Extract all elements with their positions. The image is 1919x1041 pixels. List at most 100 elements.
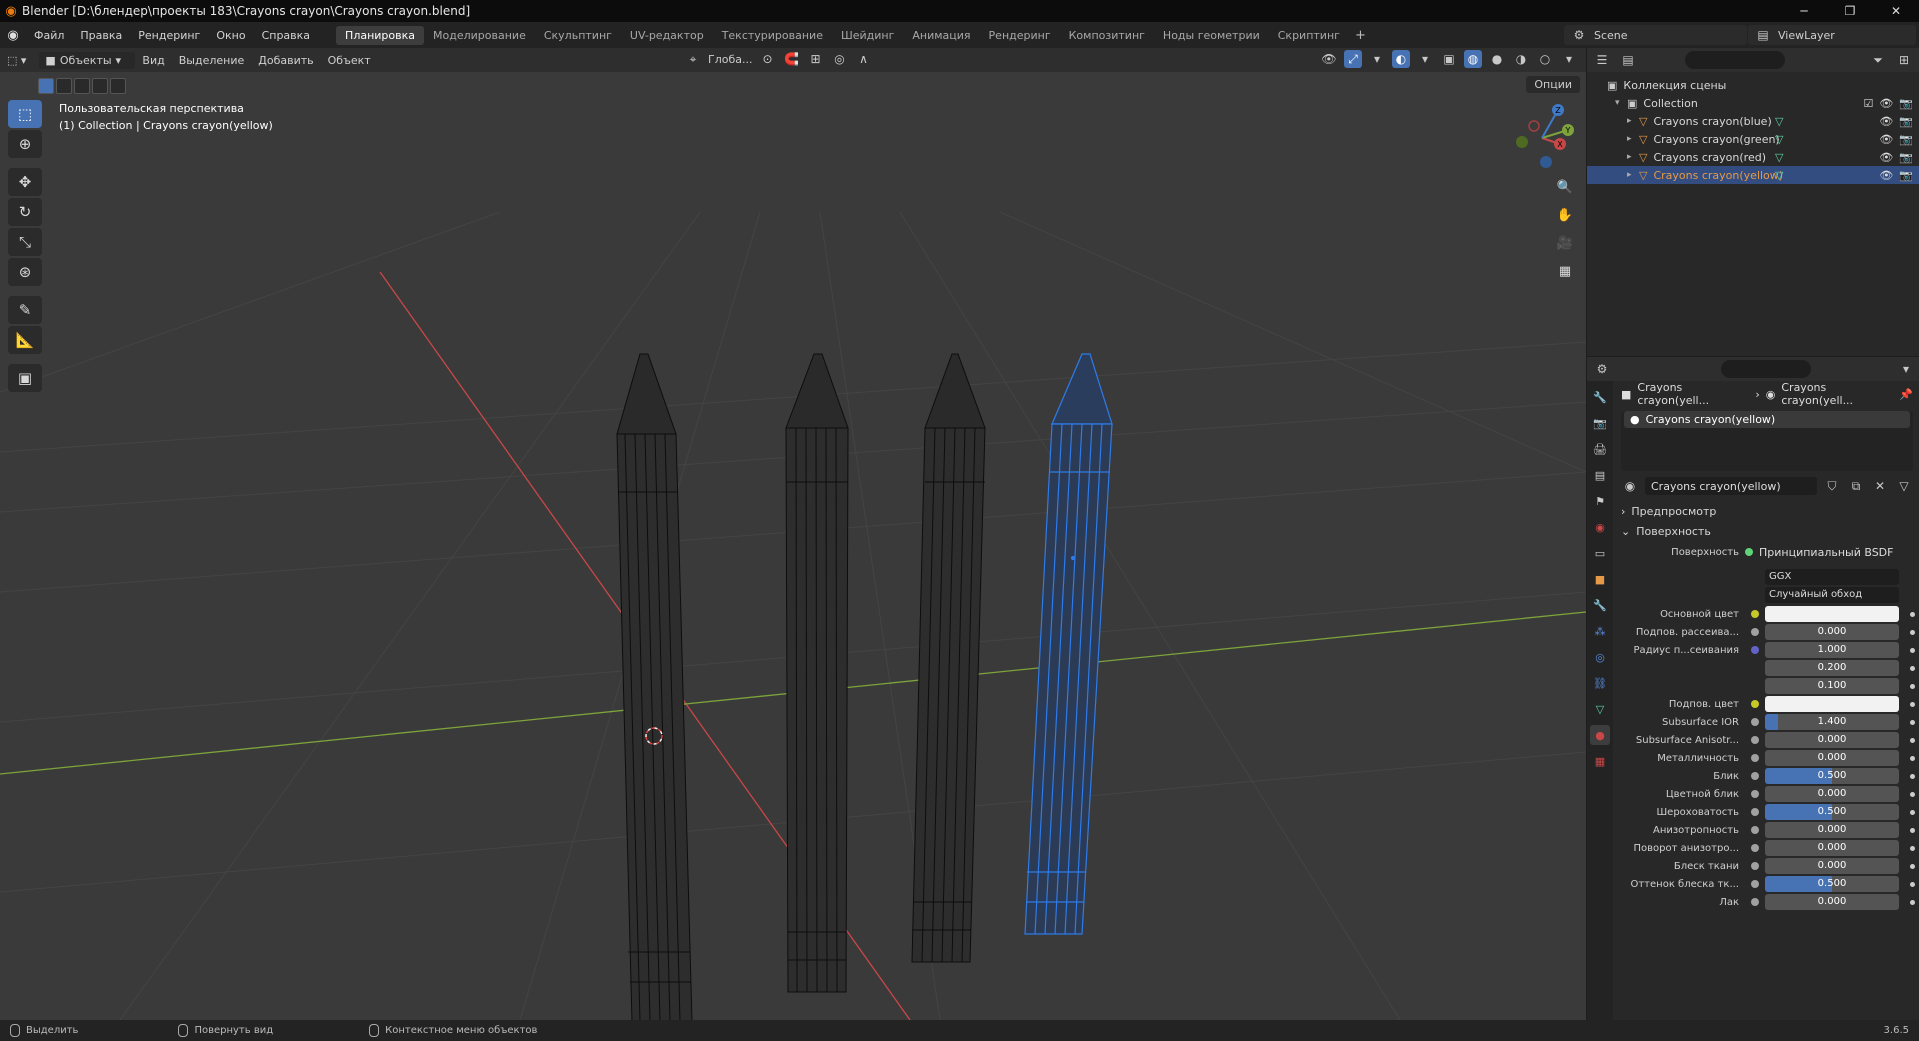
outliner-item[interactable]: ▸ ▽ Crayons crayon(green) ▽ 👁 📷 <box>1587 130 1919 148</box>
keyframe-dot-icon[interactable] <box>1910 737 1915 743</box>
physics-tab-icon[interactable]: ◎ <box>1590 647 1610 667</box>
menu-view[interactable]: Вид <box>135 54 171 67</box>
mesh-data-icon[interactable]: ▽ <box>1775 151 1783 164</box>
overlay-dropdown-icon[interactable]: ▾ <box>1416 50 1434 68</box>
menu-select[interactable]: Выделение <box>172 54 252 67</box>
workspace-tab-layout[interactable]: Планировка <box>336 25 425 45</box>
gizmo-toggle-icon[interactable]: ⤢ <box>1344 50 1362 68</box>
camera-icon[interactable]: 📷 <box>1899 169 1913 182</box>
blender-menu-icon[interactable]: ◉ <box>0 28 26 43</box>
keyframe-dot-icon[interactable] <box>1910 827 1915 833</box>
proportional-edit-icon[interactable]: ◎ <box>830 50 848 68</box>
snap-icon[interactable]: 🧲 <box>782 50 800 68</box>
expand-arrow-icon[interactable]: ▸ <box>1627 170 1639 180</box>
socket-icon[interactable] <box>1751 826 1759 834</box>
keyframe-dot-icon[interactable] <box>1910 773 1915 779</box>
keyframe-dot-icon[interactable] <box>1910 899 1915 905</box>
snap-target-icon[interactable]: ⊞ <box>806 50 824 68</box>
select-box-icon[interactable]: ⬚ <box>8 100 42 128</box>
minimize-button[interactable]: ─ <box>1781 0 1827 22</box>
socket-icon[interactable] <box>1751 646 1759 654</box>
mode-selector[interactable]: ■ Объекты ▾ <box>39 51 136 69</box>
numeric-field[interactable]: 0.000 <box>1765 822 1899 838</box>
material-tab-icon[interactable]: ● <box>1590 725 1610 745</box>
expand-arrow-icon[interactable]: ▸ <box>1627 116 1639 126</box>
socket-icon[interactable] <box>1751 898 1759 906</box>
outliner-item[interactable]: ▸ ▽ Crayons crayon(blue) ▽ 👁 📷 <box>1587 112 1919 130</box>
keyframe-dot-icon[interactable] <box>1910 647 1915 653</box>
menu-window[interactable]: Окно <box>208 29 253 42</box>
pin-icon[interactable]: 📌 <box>1899 388 1913 401</box>
menu-render[interactable]: Рендеринг <box>130 29 208 42</box>
keyframe-dot-icon[interactable] <box>1910 701 1915 707</box>
rendered-shading-icon[interactable]: ○ <box>1536 50 1554 68</box>
outliner-scene-collection[interactable]: ▣ Коллекция сцены <box>1587 76 1919 94</box>
material-name-field[interactable]: Crayons crayon(yellow) <box>1645 477 1817 495</box>
socket-icon[interactable] <box>1751 700 1759 708</box>
keyframe-dot-icon[interactable] <box>1910 881 1915 887</box>
scene-selector[interactable]: ⚙ Scene <box>1564 25 1747 45</box>
mesh-data-icon[interactable]: ▽ <box>1775 133 1783 146</box>
pivot-icon[interactable]: ⊙ <box>758 50 776 68</box>
link-dropdown-icon[interactable]: ▽ <box>1895 477 1913 495</box>
particles-tab-icon[interactable]: ⁂ <box>1590 621 1610 641</box>
move-icon[interactable]: ✥ <box>8 168 42 196</box>
modifier-tab-icon[interactable]: 🔧 <box>1590 595 1610 615</box>
camera-view-icon[interactable]: 🎥 <box>1553 232 1577 254</box>
crayon-red-wireframe[interactable] <box>911 353 986 963</box>
numeric-field[interactable]: 0.000 <box>1765 786 1899 802</box>
ortho-grid-icon[interactable]: ▦ <box>1553 260 1577 282</box>
select-intersect-icon[interactable] <box>110 78 126 94</box>
solid-shading-icon[interactable]: ● <box>1488 50 1506 68</box>
duplicate-material-icon[interactable]: ⧉ <box>1847 477 1865 495</box>
select-subtract-icon[interactable] <box>74 78 90 94</box>
scene-tab-icon[interactable]: ⚑ <box>1590 491 1610 511</box>
wireframe-shading-icon[interactable]: ◍ <box>1464 50 1482 68</box>
socket-icon[interactable] <box>1751 610 1759 618</box>
3d-viewport[interactable]: ⬚ ▾ ■ Объекты ▾ Вид Выделение Добавить О… <box>0 48 1586 1020</box>
socket-icon[interactable] <box>1751 772 1759 780</box>
socket-icon[interactable] <box>1751 844 1759 852</box>
zoom-icon[interactable]: 🔍 <box>1553 176 1577 198</box>
xray-icon[interactable]: ▣ <box>1440 50 1458 68</box>
camera-icon[interactable]: 📷 <box>1899 115 1913 128</box>
outliner-editor-icon[interactable]: ☰ <box>1593 51 1611 69</box>
eye-icon[interactable]: 👁 <box>1879 97 1893 110</box>
camera-icon[interactable]: 📷 <box>1899 151 1913 164</box>
keyframe-dot-icon[interactable] <box>1910 665 1915 671</box>
numeric-field[interactable]: 0.000 <box>1765 858 1899 874</box>
checkbox-icon[interactable]: ☑ <box>1863 97 1873 110</box>
menu-edit[interactable]: Правка <box>72 29 130 42</box>
view-layer-tab-icon[interactable]: ▤ <box>1590 465 1610 485</box>
workspace-tab-scripting[interactable]: Скриптинг <box>1269 26 1349 45</box>
outliner-item-selected[interactable]: ▸ ▽ Crayons crayon(yellow) ▽ 👁 📷 <box>1587 166 1919 184</box>
outliner-search-input[interactable] <box>1685 51 1785 69</box>
socket-icon[interactable] <box>1751 736 1759 744</box>
numeric-field[interactable]: 0.000 <box>1765 840 1899 856</box>
color-swatch[interactable] <box>1765 696 1899 712</box>
annotate-icon[interactable]: ✎ <box>8 296 42 324</box>
world-tab-icon[interactable]: ◉ <box>1590 517 1610 537</box>
socket-icon[interactable] <box>1751 718 1759 726</box>
select-new-icon[interactable] <box>38 78 54 94</box>
eye-icon[interactable]: 👁 <box>1879 169 1893 182</box>
surface-panel-header[interactable]: ⌄ Поверхность <box>1615 521 1919 541</box>
workspace-tab-modeling[interactable]: Моделирование <box>424 26 535 45</box>
view-layer-selector[interactable]: ▤ ViewLayer <box>1748 25 1916 45</box>
socket-icon[interactable] <box>1751 880 1759 888</box>
keyframe-dot-icon[interactable] <box>1910 863 1915 869</box>
workspace-tab-rendering[interactable]: Рендеринг <box>980 26 1060 45</box>
select-extend-icon[interactable] <box>56 78 72 94</box>
overlay-toggle-icon[interactable]: ◐ <box>1392 50 1410 68</box>
material-slot[interactable]: ● Crayons crayon(yellow) <box>1624 411 1910 428</box>
numeric-field[interactable]: 0.000 <box>1765 732 1899 748</box>
numeric-field[interactable]: 0.500 <box>1765 768 1899 784</box>
expand-arrow-icon[interactable]: ▾ <box>1615 98 1627 108</box>
keyframe-dot-icon[interactable] <box>1910 683 1915 689</box>
numeric-field[interactable]: 0.000 <box>1765 750 1899 766</box>
crayon-blue-wireframe[interactable] <box>616 353 693 1020</box>
socket-icon[interactable] <box>1751 628 1759 636</box>
new-collection-icon[interactable]: ⊞ <box>1895 51 1913 69</box>
gizmo-dropdown-icon[interactable]: ▾ <box>1368 50 1386 68</box>
numeric-field[interactable]: 0.000 <box>1765 894 1899 910</box>
